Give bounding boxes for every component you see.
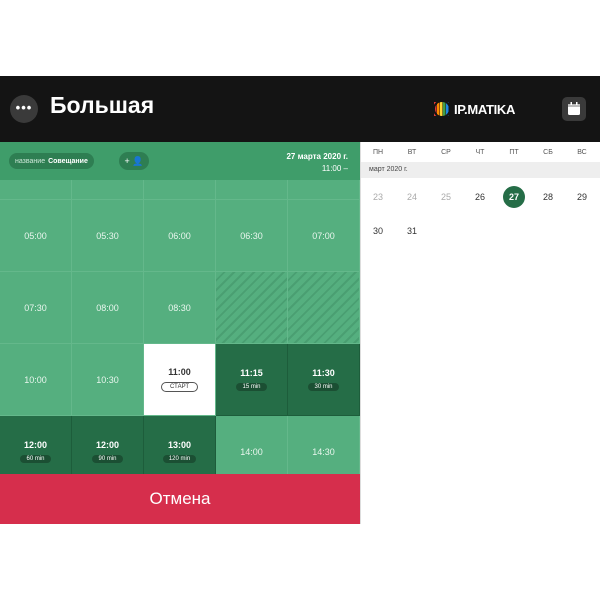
weekday-label: ВС	[577, 148, 587, 156]
calendar-day-today[interactable]: 27	[497, 180, 531, 214]
slot-time: 06:30	[240, 230, 263, 241]
day-number: 31	[406, 226, 417, 236]
time-slot[interactable]: 11:00 СТАРТ	[144, 344, 216, 416]
booking-header: название Совещание + 👤 27 марта 2020 г. …	[0, 142, 360, 180]
time-slot[interactable]	[216, 180, 288, 200]
weekday-label: ЧТ	[475, 148, 485, 156]
calendar-day[interactable]: 29	[565, 180, 599, 214]
booking-date: 27 марта 2020 г.	[286, 152, 348, 161]
time-slot[interactable]: 07:30	[0, 272, 72, 344]
slot-time: 10:00	[24, 374, 47, 385]
slot-time: 12:00	[95, 440, 120, 450]
booking-time: 11:00 –	[321, 164, 348, 173]
weekday-header: ПН ВТ СР ЧТ ПТ СБ ВС	[361, 142, 600, 162]
day-number: 25	[440, 192, 451, 202]
calendar-day[interactable]: 31	[395, 214, 429, 248]
slot-time: 07:30	[24, 302, 47, 313]
days-grid: 23 24 25 26 27 28 29 30 31	[361, 180, 600, 248]
slot-duration-badge: 90 min	[92, 455, 123, 463]
booking-panel: название Совещание + 👤 27 марта 2020 г. …	[0, 142, 360, 524]
weekday-label: СР	[441, 148, 451, 156]
calendar-day[interactable]: 26	[463, 180, 497, 214]
time-slot[interactable]: 07:00	[288, 200, 360, 272]
time-slot[interactable]	[0, 180, 72, 200]
time-slot[interactable]: 10:30	[72, 344, 144, 416]
brand-name: IP.MATIKA	[454, 101, 516, 117]
rainbow-globe-icon	[433, 100, 451, 118]
weekday-label: СБ	[543, 148, 553, 156]
time-slot[interactable]: 11:15 15 min	[216, 344, 288, 416]
calendar-button[interactable]	[562, 97, 586, 121]
calendar-day[interactable]: 28	[531, 180, 565, 214]
slot-time: 05:30	[96, 230, 119, 241]
start-button[interactable]: СТАРТ	[161, 382, 198, 392]
weekday-label: ВТ	[407, 148, 417, 156]
slot-time: 14:00	[240, 446, 263, 457]
slot-duration-badge: 15 min	[236, 383, 267, 391]
brand-logo: IP.MATIKA	[433, 99, 515, 119]
time-slot[interactable]: 05:00	[0, 200, 72, 272]
calendar-day[interactable]: 23	[361, 180, 395, 214]
calendar-panel: ПН ВТ СР ЧТ ПТ СБ ВС март 2020 г. 23 24 25 26 27 28…	[360, 142, 600, 524]
more-dots-icon[interactable]: •••	[10, 95, 38, 123]
weekday-label: ПН	[372, 148, 384, 156]
room-title: Большая	[50, 92, 155, 118]
month-label: март 2020 г.	[361, 162, 600, 178]
slot-time: 14:30	[312, 446, 335, 457]
slot-time: 13:00	[167, 440, 192, 450]
time-slot[interactable]: 06:30	[216, 200, 288, 272]
time-slot[interactable]	[216, 272, 288, 344]
cancel-button[interactable]: Отмена	[0, 474, 360, 524]
slot-duration-badge: 120 min	[162, 455, 197, 463]
day-number: 29	[576, 192, 587, 202]
slot-time: 12:00	[23, 440, 48, 450]
booking-datetime: 27 марта 2020 г. 11:00 –	[286, 151, 348, 175]
slot-time: 11:30	[312, 368, 335, 378]
time-slot[interactable]: 06:00	[144, 200, 216, 272]
weekday-label: ПТ	[509, 148, 519, 156]
calendar-day[interactable]: 30	[361, 214, 395, 248]
time-slot[interactable]	[288, 180, 360, 200]
slot-time: 11:15	[240, 368, 263, 378]
meeting-name-field[interactable]: название Совещание	[9, 153, 94, 169]
time-slot[interactable]: 10:00	[0, 344, 72, 416]
day-number: 28	[542, 192, 553, 202]
day-number: 26	[474, 192, 485, 202]
time-slot[interactable]: 08:30	[144, 272, 216, 344]
time-slot[interactable]: 11:30 30 min	[288, 344, 360, 416]
slot-time: 05:00	[24, 230, 47, 241]
calendar-icon	[568, 102, 580, 115]
time-slot-grid: 05:00 05:30 06:00 06:30 07:00 07:30 08:00 08:30…	[0, 180, 360, 488]
time-slot[interactable]	[144, 180, 216, 200]
slot-duration-badge: 30 min	[308, 383, 339, 391]
slot-time: 10:30	[96, 374, 119, 385]
time-slot[interactable]: 08:00	[72, 272, 144, 344]
meeting-name-label: название	[15, 157, 46, 165]
slot-time: 11:00	[168, 367, 191, 377]
time-slot[interactable]: 05:30	[72, 200, 144, 272]
slot-time: 07:00	[312, 230, 335, 241]
day-number: 30	[372, 226, 383, 236]
calendar-day[interactable]: 24	[395, 180, 429, 214]
calendar-day[interactable]: 25	[429, 180, 463, 214]
slot-time: 08:00	[96, 302, 119, 313]
day-number: 27	[503, 186, 525, 208]
slot-time: 08:30	[168, 302, 191, 313]
slot-duration-badge: 60 min	[20, 455, 51, 463]
day-number: 23	[372, 192, 383, 202]
top-bar: ••• Большая IP.MATIKA	[0, 76, 600, 142]
add-participant-button[interactable]: + 👤	[119, 152, 149, 170]
time-slot[interactable]	[72, 180, 144, 200]
meeting-name-value: Совещание	[48, 157, 88, 165]
time-slot[interactable]	[288, 272, 360, 344]
day-number: 24	[406, 192, 417, 202]
slot-time: 06:00	[168, 230, 191, 241]
